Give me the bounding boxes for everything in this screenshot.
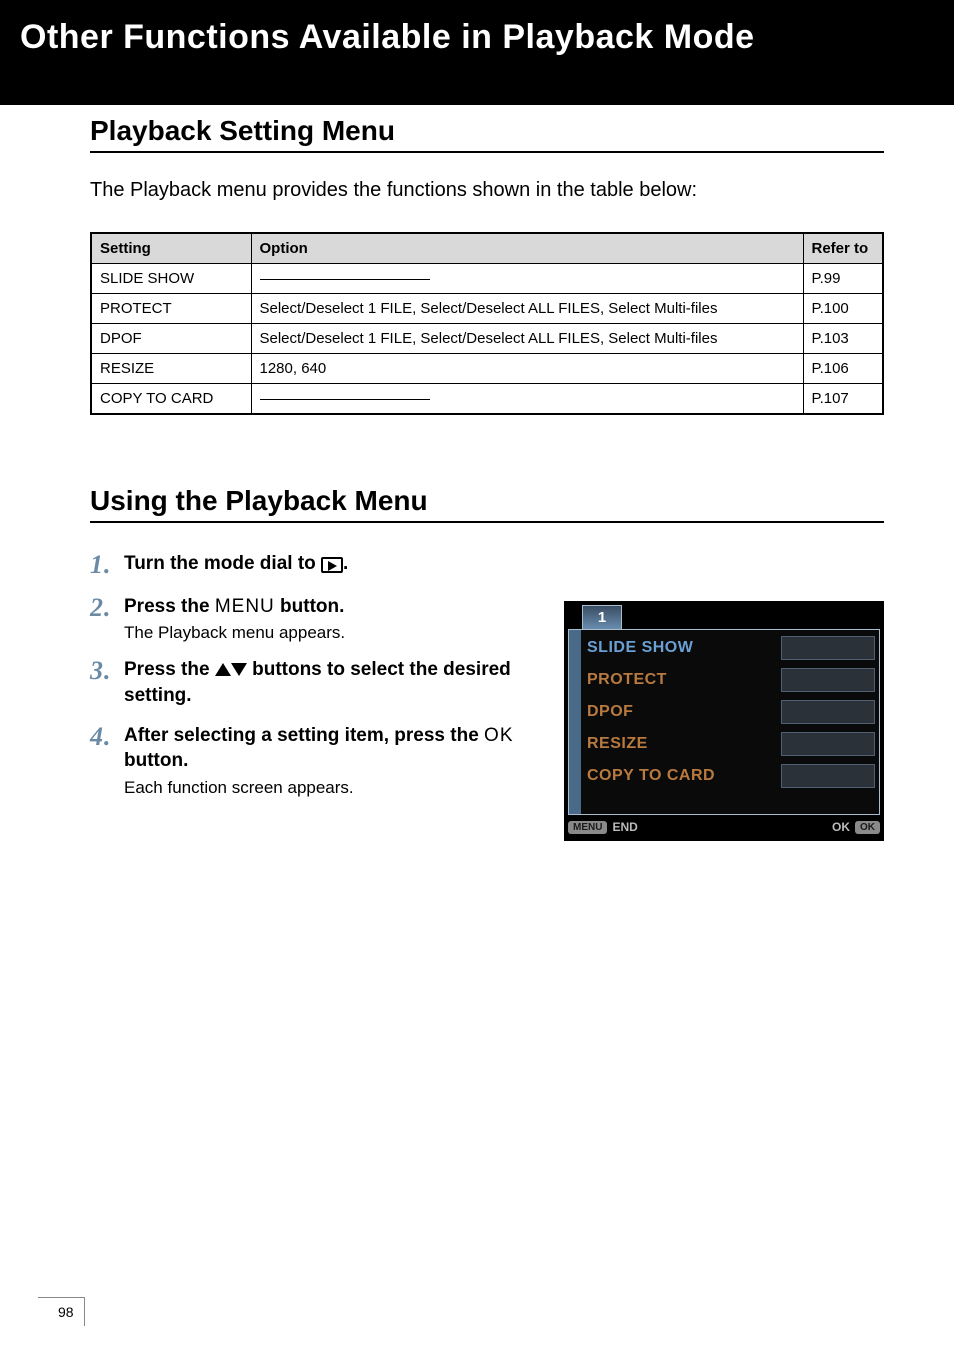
cell-refer: P.99 bbox=[803, 264, 883, 294]
lcd-value-box bbox=[781, 668, 875, 692]
step-4: 4. After selecting a setting item, press… bbox=[90, 723, 534, 798]
step-number: 1. bbox=[90, 551, 110, 580]
section-1-heading-row: Playback Setting Menu bbox=[90, 115, 884, 153]
section-1-intro: The Playback menu provides the functions… bbox=[90, 179, 884, 202]
dash-icon bbox=[260, 399, 430, 400]
section-2-heading: Using the Playback Menu bbox=[90, 485, 884, 517]
step-2: 2. Press the MENU button. The Playback m… bbox=[90, 594, 534, 644]
step-body: Press the buttons to select the desired … bbox=[124, 657, 534, 708]
step-body: Press the MENU button. The Playback menu… bbox=[124, 594, 534, 644]
lcd-menu-item: SLIDE SHOW bbox=[581, 632, 879, 664]
content-area: Playback Setting Menu The Playback menu … bbox=[0, 115, 954, 841]
table-row: RESIZE 1280, 640 P.106 bbox=[91, 354, 883, 384]
lcd-tab-row: 1 bbox=[568, 605, 880, 631]
step-2-title: Press the MENU button. bbox=[124, 594, 534, 620]
th-setting: Setting bbox=[91, 233, 251, 264]
cell-refer: P.106 bbox=[803, 354, 883, 384]
arrow-up-icon bbox=[215, 663, 231, 676]
step-3: 3. Press the buttons to select the desir… bbox=[90, 657, 534, 708]
step-1-pre: Turn the mode dial to bbox=[124, 553, 321, 574]
step-number: 2. bbox=[90, 594, 110, 644]
steps-container: 1. Turn the mode dial to . 2. Press the … bbox=[90, 551, 884, 841]
lcd-body: SLIDE SHOW PROTECT DPOF RESIZE bbox=[568, 629, 880, 815]
step-3-title: Press the buttons to select the desired … bbox=[124, 657, 534, 708]
lcd-footer: MENU END OK OK bbox=[568, 817, 880, 837]
lcd-item-label: DPOF bbox=[587, 703, 633, 721]
lcd-footer-right: OK OK bbox=[832, 820, 880, 834]
section-1-heading: Playback Setting Menu bbox=[90, 115, 884, 147]
cell-setting: SLIDE SHOW bbox=[91, 264, 251, 294]
section-2-heading-row: Using the Playback Menu bbox=[90, 485, 884, 523]
table-row: SLIDE SHOW P.99 bbox=[91, 264, 883, 294]
cell-setting: COPY TO CARD bbox=[91, 384, 251, 415]
lcd-value-box bbox=[781, 636, 875, 660]
lcd-menu-badge: MENU bbox=[568, 821, 607, 834]
lcd-screenshot: 1 SLIDE SHOW PROTECT DPOF bbox=[564, 601, 884, 841]
table-row: DPOF Select/Deselect 1 FILE, Select/Dese… bbox=[91, 324, 883, 354]
arrow-down-icon bbox=[231, 663, 247, 676]
step-1: 1. Turn the mode dial to . bbox=[90, 551, 534, 580]
step-4-pre: After selecting a setting item, press th… bbox=[124, 725, 484, 746]
lcd-item-label: PROTECT bbox=[587, 671, 667, 689]
settings-table: Setting Option Refer to SLIDE SHOW P.99 … bbox=[90, 232, 884, 415]
lcd-menu-item: COPY TO CARD bbox=[581, 760, 879, 792]
dash-icon bbox=[260, 279, 430, 280]
step-body: After selecting a setting item, press th… bbox=[124, 723, 534, 798]
cell-option: Select/Deselect 1 FILE, Select/Deselect … bbox=[251, 294, 803, 324]
cell-setting: DPOF bbox=[91, 324, 251, 354]
menu-button-label: MENU bbox=[215, 596, 275, 617]
table-row: COPY TO CARD P.107 bbox=[91, 384, 883, 415]
lcd-item-label: COPY TO CARD bbox=[587, 767, 715, 785]
cell-setting: PROTECT bbox=[91, 294, 251, 324]
table-row: PROTECT Select/Deselect 1 FILE, Select/D… bbox=[91, 294, 883, 324]
lcd-ok-badge: OK bbox=[855, 821, 880, 834]
step-4-desc: Each function screen appears. bbox=[124, 778, 534, 798]
step-2-pre: Press the bbox=[124, 596, 215, 617]
steps-list: 1. Turn the mode dial to . 2. Press the … bbox=[90, 551, 534, 841]
lcd-menu-item: PROTECT bbox=[581, 664, 879, 696]
step-body: Turn the mode dial to . bbox=[124, 551, 534, 580]
th-refer: Refer to bbox=[803, 233, 883, 264]
lcd-item-label: SLIDE SHOW bbox=[587, 639, 693, 657]
step-number: 4. bbox=[90, 723, 110, 798]
step-4-post: button. bbox=[124, 750, 188, 771]
step-2-post: button. bbox=[275, 596, 345, 617]
cell-refer: P.103 bbox=[803, 324, 883, 354]
cell-option bbox=[251, 264, 803, 294]
page-number: 98 bbox=[38, 1297, 85, 1326]
header-band: Other Functions Available in Playback Mo… bbox=[0, 0, 954, 105]
cell-setting: RESIZE bbox=[91, 354, 251, 384]
step-number: 3. bbox=[90, 657, 110, 708]
lcd-value-box bbox=[781, 732, 875, 756]
lcd-ok-label: OK bbox=[832, 820, 850, 834]
ok-button-label: OK bbox=[484, 725, 513, 746]
cell-option bbox=[251, 384, 803, 415]
th-option: Option bbox=[251, 233, 803, 264]
step-1-post: . bbox=[343, 553, 348, 574]
cell-refer: P.100 bbox=[803, 294, 883, 324]
lcd-footer-left: MENU END bbox=[568, 820, 638, 834]
cell-refer: P.107 bbox=[803, 384, 883, 415]
playback-mode-icon bbox=[321, 557, 343, 573]
cell-option: 1280, 640 bbox=[251, 354, 803, 384]
lcd-value-box bbox=[781, 700, 875, 724]
section-1: Playback Setting Menu The Playback menu … bbox=[90, 115, 884, 415]
lcd-menu-item: DPOF bbox=[581, 696, 879, 728]
cell-option: Select/Deselect 1 FILE, Select/Deselect … bbox=[251, 324, 803, 354]
page-title: Other Functions Available in Playback Mo… bbox=[20, 18, 934, 57]
lcd-value-box bbox=[781, 764, 875, 788]
table-header-row: Setting Option Refer to bbox=[91, 233, 883, 264]
lcd-left-bar bbox=[569, 630, 581, 814]
step-1-title: Turn the mode dial to . bbox=[124, 551, 534, 579]
lcd-end-label: END bbox=[612, 820, 637, 834]
step-4-title: After selecting a setting item, press th… bbox=[124, 723, 534, 774]
lcd-menu-item: RESIZE bbox=[581, 728, 879, 760]
lcd-tab-1: 1 bbox=[582, 605, 622, 629]
lcd-item-label: RESIZE bbox=[587, 735, 648, 753]
step-3-pre: Press the bbox=[124, 659, 215, 680]
step-2-desc: The Playback menu appears. bbox=[124, 623, 534, 643]
section-2: Using the Playback Menu 1. Turn the mode… bbox=[90, 485, 884, 841]
